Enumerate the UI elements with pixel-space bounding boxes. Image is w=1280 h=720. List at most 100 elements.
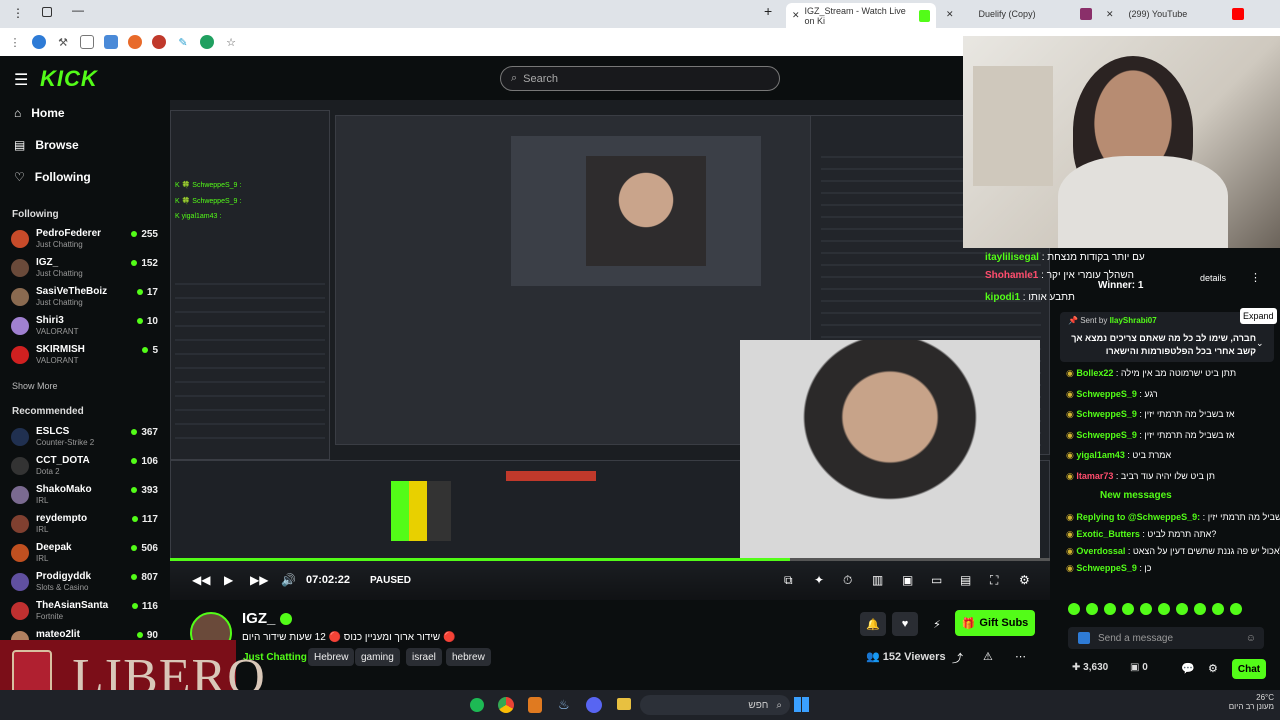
chevron-down-icon[interactable]: ⌄ bbox=[1256, 338, 1264, 349]
emoji-icon[interactable]: ☺ bbox=[1246, 633, 1256, 644]
minimize-icon[interactable]: — bbox=[72, 3, 84, 17]
stats-icon[interactable]: ▥ bbox=[872, 573, 883, 587]
tab-youtube[interactable]: ✕ (299) YouTube bbox=[1100, 4, 1270, 24]
chat-username[interactable]: Itamar73 bbox=[1076, 471, 1113, 481]
settings-gear-icon[interactable]: ⚙ bbox=[1208, 662, 1218, 675]
channel-item[interactable]: reydempto IRL 117 bbox=[8, 512, 160, 540]
extension-icon[interactable] bbox=[80, 35, 94, 49]
emote-icon[interactable] bbox=[1104, 603, 1116, 615]
clip-icon[interactable]: ⧉ bbox=[784, 573, 793, 588]
chat-input[interactable]: Send a message ☺ bbox=[1068, 627, 1264, 649]
windows-start-icon[interactable] bbox=[794, 697, 809, 712]
extension-icon[interactable]: ⚒ bbox=[56, 35, 70, 49]
emote-icon[interactable] bbox=[1086, 603, 1098, 615]
chat-username[interactable]: Exotic_Butters bbox=[1076, 529, 1140, 539]
close-icon[interactable]: ✕ bbox=[792, 10, 800, 21]
extension-icon[interactable] bbox=[200, 35, 214, 49]
extension-icon[interactable] bbox=[152, 35, 166, 49]
emote-icon[interactable] bbox=[1194, 603, 1206, 615]
hamburger-menu-icon[interactable]: ☰ bbox=[14, 70, 28, 90]
notification-bell-icon[interactable]: 🔔 bbox=[860, 612, 886, 636]
video-player[interactable]: K 🍀 SchweppeS_9 : K 🍀 SchweppeS_9 : K yi… bbox=[170, 100, 1050, 600]
details-link[interactable]: details bbox=[1200, 273, 1226, 283]
nav-browse[interactable]: ▤ Browse bbox=[14, 138, 79, 152]
show-more-link[interactable]: Show More bbox=[12, 381, 58, 391]
emote-icon[interactable] bbox=[1158, 603, 1170, 615]
close-icon[interactable]: ✕ bbox=[1106, 9, 1114, 20]
channel-item[interactable]: ESLCS Counter-Strike 2 367 bbox=[8, 425, 160, 453]
tab-duelify[interactable]: ✕ Duelify (Copy) bbox=[940, 4, 1080, 24]
chat-bubble-icon[interactable]: 💬 bbox=[1181, 662, 1195, 675]
channel-item[interactable]: PedroFederer Just Chatting 255 bbox=[8, 227, 160, 255]
gift-subs-button[interactable]: 🎁 Gift Subs bbox=[955, 610, 1035, 636]
chat-username[interactable]: SchweppeS_9 bbox=[1076, 389, 1137, 399]
search-input[interactable]: ⌕ Search bbox=[500, 66, 780, 91]
menu-dots-icon[interactable]: ⋮ bbox=[8, 35, 22, 49]
channel-item[interactable]: ShakoMako IRL 393 bbox=[8, 483, 160, 511]
close-icon[interactable]: ✕ bbox=[946, 9, 954, 20]
chat-username[interactable]: Bollex22 bbox=[1076, 368, 1113, 378]
spotify-icon[interactable] bbox=[470, 698, 484, 712]
weather-widget[interactable]: 26°C מעונן רב היום bbox=[1200, 693, 1280, 711]
report-icon[interactable]: ⚠ bbox=[983, 650, 993, 663]
new-tab-icon[interactable]: + bbox=[764, 3, 772, 19]
channel-item[interactable]: CCT_DOTA Dota 2 106 bbox=[8, 454, 160, 482]
channel-item[interactable]: Shiri3 VALORANT 10 bbox=[8, 314, 160, 342]
discord-icon[interactable] bbox=[586, 697, 602, 713]
theater-icon[interactable]: ▭ bbox=[931, 573, 942, 587]
emote-icon[interactable] bbox=[1230, 603, 1242, 615]
chat-username[interactable]: Replying to @SchweppeS_9: bbox=[1076, 512, 1200, 522]
chat-username[interactable]: SchweppeS_9 bbox=[1076, 430, 1137, 440]
play-icon[interactable]: ▶ bbox=[224, 573, 233, 587]
extension-icon[interactable] bbox=[32, 35, 46, 49]
emote-icon[interactable] bbox=[1140, 603, 1152, 615]
theater-mode-icon[interactable]: ▤ bbox=[960, 573, 971, 587]
tag[interactable]: israel bbox=[406, 648, 442, 666]
extension-icon[interactable] bbox=[128, 35, 142, 49]
emote-icon[interactable] bbox=[1068, 603, 1080, 615]
sub-count[interactable]: ▣ 0 bbox=[1130, 662, 1148, 673]
file-explorer-icon[interactable] bbox=[617, 698, 631, 710]
extension-icon[interactable] bbox=[104, 35, 118, 49]
window-icon[interactable] bbox=[42, 7, 52, 17]
channel-item[interactable]: Deepak IRL 506 bbox=[8, 541, 160, 569]
channel-item[interactable]: IGZ_ Just Chatting 152 bbox=[8, 256, 160, 284]
taskbar-search[interactable]: חפש ⌕ bbox=[640, 695, 790, 715]
boost-icon[interactable]: ⚡ bbox=[924, 612, 950, 636]
tab-kick-stream[interactable]: ✕ IGZ_Stream - Watch Live on Ki bbox=[786, 3, 936, 28]
channel-points[interactable]: ✚ 3,630 bbox=[1072, 662, 1108, 673]
kick-logo[interactable]: KICK bbox=[40, 66, 98, 92]
tag[interactable]: gaming bbox=[355, 648, 400, 666]
chrome-icon[interactable] bbox=[498, 697, 514, 713]
expand-button[interactable]: Expand bbox=[1240, 308, 1277, 324]
tag[interactable]: Hebrew bbox=[308, 648, 355, 666]
channel-item[interactable]: TheAsianSanta Fortnite 116 bbox=[8, 599, 160, 627]
rewind-icon[interactable]: ◀◀ bbox=[192, 573, 210, 587]
more-options-icon[interactable]: ⋯ bbox=[1015, 650, 1026, 663]
bookmark-star-icon[interactable]: ☆ bbox=[224, 35, 238, 49]
volume-icon[interactable]: 🔊 bbox=[281, 573, 296, 587]
emote-icon[interactable] bbox=[1122, 603, 1134, 615]
channel-item[interactable]: SasiVeTheBoiz Just Chatting 17 bbox=[8, 285, 160, 313]
chat-username[interactable]: SchweppeS_9 bbox=[1076, 409, 1137, 419]
emote-icon[interactable] bbox=[1212, 603, 1224, 615]
steam-icon[interactable]: ♨ bbox=[558, 697, 570, 713]
forward-icon[interactable]: ▶▶ bbox=[250, 573, 268, 587]
extension-icon[interactable]: ✎ bbox=[176, 35, 190, 49]
chat-username[interactable]: Overdossal bbox=[1076, 546, 1125, 556]
nav-following[interactable]: ♡ Following bbox=[14, 170, 91, 184]
share-icon[interactable]: ⤴ bbox=[952, 650, 963, 666]
app-icon[interactable] bbox=[528, 697, 542, 713]
settings-gear-icon[interactable]: ⚙ bbox=[1019, 573, 1030, 587]
streamer-name[interactable]: IGZ_ bbox=[242, 610, 292, 627]
chat-username[interactable]: SchweppeS_9 bbox=[1076, 563, 1137, 573]
follow-heart-icon[interactable]: ♥ bbox=[892, 612, 918, 636]
channel-item[interactable]: SKIRMISH VALORANT 5 bbox=[8, 343, 160, 371]
tag[interactable]: hebrew bbox=[446, 648, 491, 666]
chat-username[interactable]: yigal1am43 bbox=[1076, 450, 1125, 460]
fullscreen-icon[interactable]: ⛶ bbox=[990, 573, 998, 588]
tab-list-icon[interactable]: ⋮ bbox=[12, 6, 24, 20]
channel-item[interactable]: Prodigyddk Slots & Casino 807 bbox=[8, 570, 160, 598]
more-options-icon[interactable]: ⋮ bbox=[1250, 271, 1261, 284]
send-chat-button[interactable]: Chat bbox=[1232, 659, 1266, 679]
